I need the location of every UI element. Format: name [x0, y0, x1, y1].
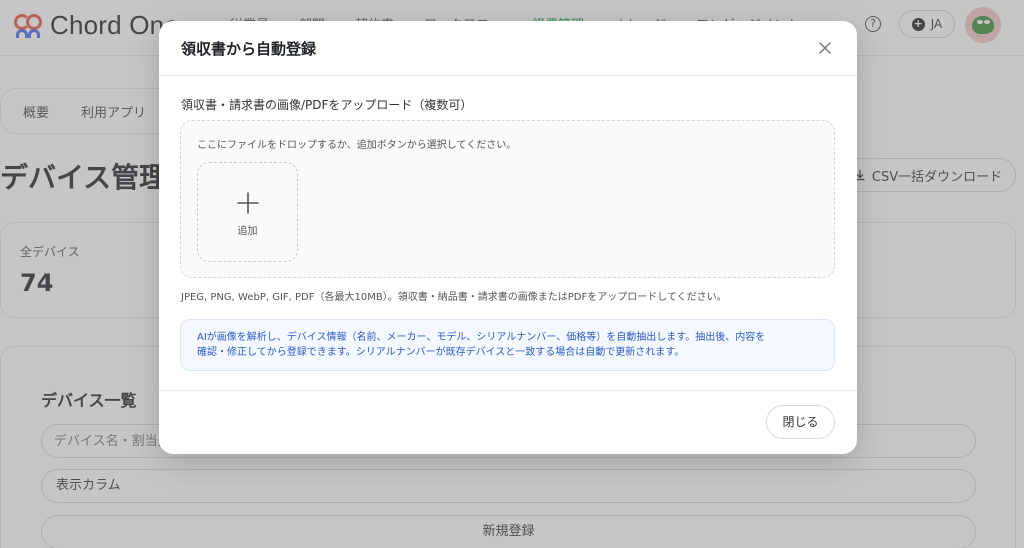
file-dropzone[interactable]: ここにファイルをドロップするか、追加ボタンから選択してください。 追加 — [180, 120, 835, 278]
modal-header: 領収書から自動登録 — [159, 21, 857, 76]
add-file-button[interactable]: 追加 — [197, 162, 298, 262]
ai-info-box: AIが画像を解析し、デバイス情報（名前、メーカー、モデル、シリアルナンバー、価格… — [180, 319, 835, 371]
close-button[interactable]: 閉じる — [766, 405, 835, 439]
info-line-2: 確認・修正してから登録できます。シリアルナンバーが既存デバイスと一致する場合は自… — [197, 347, 685, 358]
dropzone-hint: ここにファイルをドロップするか、追加ボタンから選択してください。 — [197, 140, 517, 151]
info-line-1: AIが画像を解析し、デバイス情報（名前、メーカー、モデル、シリアルナンバー、価格… — [197, 332, 766, 343]
receipt-import-modal: 領収書から自動登録 領収書・請求書の画像/PDFをアップロード（複数可） ここに… — [159, 21, 857, 454]
format-note: JPEG, PNG, WebP, GIF, PDF（各最大10MB）。領収書・納… — [181, 292, 727, 303]
modal-title: 領収書から自動登録 — [181, 40, 317, 58]
add-file-label: 追加 — [237, 226, 258, 237]
upload-label: 領収書・請求書の画像/PDFをアップロード（複数可） — [181, 98, 473, 112]
plus-icon — [237, 192, 259, 214]
modal-footer-divider — [159, 390, 857, 391]
close-icon[interactable] — [815, 38, 835, 58]
